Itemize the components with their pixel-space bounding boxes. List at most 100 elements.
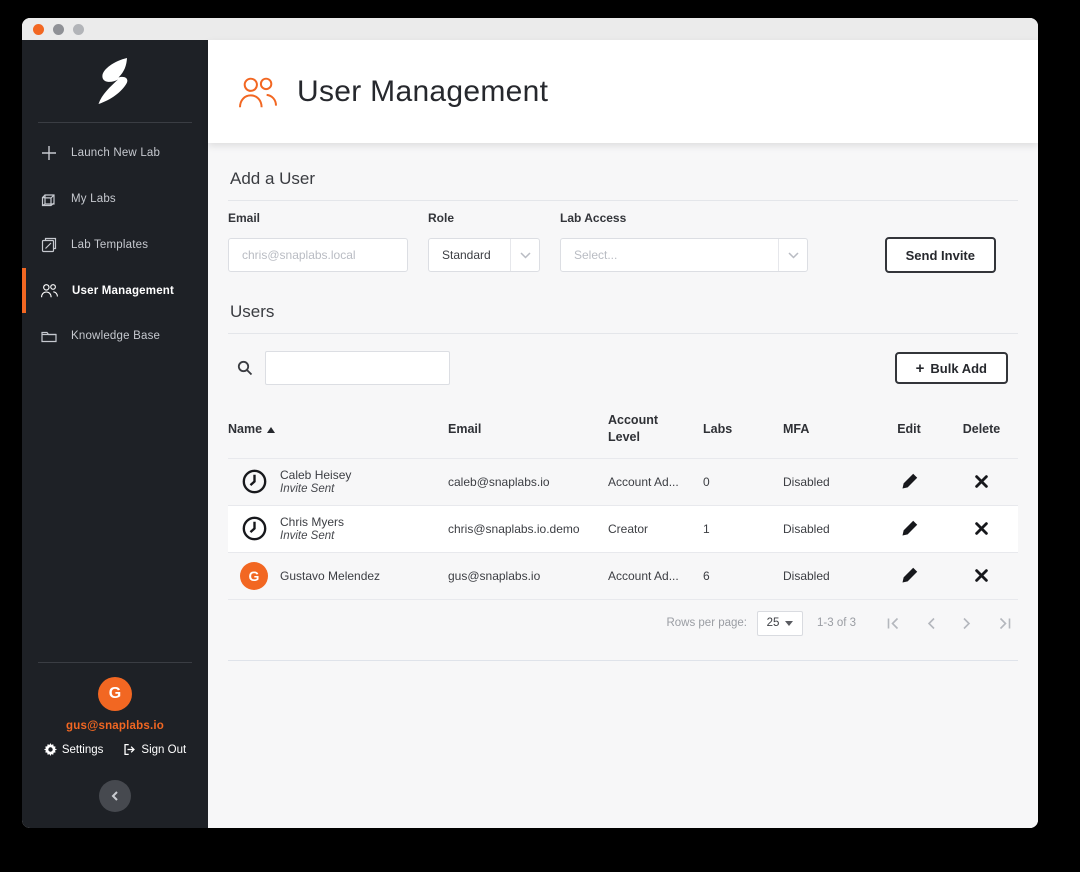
folder-icon <box>41 331 57 343</box>
chevron-left-icon <box>111 791 118 801</box>
sidebar-item-label: Launch New Lab <box>71 147 161 159</box>
role-selected-value: Standard <box>442 248 491 262</box>
sidebar-item-lab-templates[interactable]: Lab Templates <box>22 222 208 268</box>
user-email: chris@snaplabs.io.demo <box>448 521 580 536</box>
plus-icon: + <box>915 359 925 377</box>
minimize-window-button[interactable] <box>53 23 64 35</box>
user-account-level: Account Ad... <box>608 474 679 489</box>
add-user-form: Email Role Standard Lab Access Select <box>228 211 1018 273</box>
lightning-s-logo-icon <box>98 58 128 104</box>
user-email: gus@snaplabs.io <box>448 568 541 583</box>
users-table-header: Name Email Account Level Labs MFA Edit D… <box>228 406 1018 458</box>
user-email: caleb@snaplabs.io <box>448 474 550 489</box>
sidebar-item-my-labs[interactable]: My Labs <box>22 176 208 222</box>
sidebar-item-user-management[interactable]: User Management <box>22 268 208 313</box>
role-select[interactable]: Standard <box>428 238 540 272</box>
edit-user-button[interactable] <box>873 567 945 584</box>
user-email: gus@snaplabs.io <box>66 720 164 732</box>
sign-out-button[interactable]: Sign Out <box>123 743 186 756</box>
role-label: Role <box>428 211 455 225</box>
close-window-button[interactable] <box>33 23 44 35</box>
sidebar-item-label: Knowledge Base <box>71 330 161 342</box>
email-label: Email <box>228 211 261 225</box>
column-header-mfa[interactable]: MFA <box>783 422 873 436</box>
main-area: User Management Add a User Email Role St… <box>208 40 1038 828</box>
lab-access-label: Lab Access <box>560 211 627 225</box>
pending-invite-indicator <box>228 468 280 495</box>
first-page-button[interactable] <box>886 617 900 630</box>
window-titlebar <box>22 18 1038 40</box>
sidebar-item-launch-new-lab[interactable]: Launch New Lab <box>22 130 208 176</box>
add-user-section-title: Add a User <box>230 169 316 188</box>
next-page-button[interactable] <box>962 617 972 630</box>
sidebar: Launch New Lab My Labs Lab Templates Use… <box>22 40 208 828</box>
x-icon <box>975 475 988 489</box>
sidebar-item-label: Lab Templates <box>71 239 149 251</box>
column-header-name[interactable]: Name <box>228 422 448 436</box>
lab-access-placeholder: Select... <box>574 248 618 262</box>
sidebar-item-label: User Management <box>72 284 175 297</box>
chevron-down-icon <box>519 251 531 259</box>
send-invite-button[interactable]: Send Invite <box>884 237 996 273</box>
user-avatar: G <box>98 677 132 711</box>
pencil-icon <box>902 474 917 489</box>
snaplabs-logo <box>22 40 208 122</box>
user-mfa-status: Disabled <box>783 521 830 536</box>
search-icon <box>237 360 253 376</box>
bottom-divider <box>228 659 1018 661</box>
rows-per-page-value: 25 <box>766 617 780 630</box>
rows-per-page-label: Rows per page: <box>666 617 747 630</box>
search-input[interactable] <box>265 351 450 385</box>
settings-button[interactable]: Settings <box>43 743 104 756</box>
users-icon <box>239 77 277 107</box>
last-page-button[interactable] <box>998 617 1012 630</box>
maximize-window-button[interactable] <box>73 23 84 35</box>
user-avatar: G <box>240 561 268 590</box>
user-name: Chris Myers <box>280 515 345 530</box>
sidebar-bottom-divider <box>38 662 192 663</box>
column-header-email[interactable]: Email <box>448 422 608 436</box>
section-divider <box>228 333 1018 334</box>
lab-access-select[interactable]: Select... <box>560 238 808 272</box>
edit-user-button[interactable] <box>873 473 945 490</box>
pencil-icon <box>902 568 917 583</box>
user-labs-count: 6 <box>703 568 710 583</box>
edit-user-button[interactable] <box>873 520 945 537</box>
sort-ascending-icon <box>267 426 276 433</box>
column-header-labs[interactable]: Labs <box>703 422 783 436</box>
rows-per-page-select[interactable]: 25 <box>757 610 803 636</box>
collapse-sidebar-button[interactable] <box>99 780 131 812</box>
table-row: Chris Myers Invite Sent chris@snaplabs.i… <box>228 504 1018 552</box>
bulk-add-button[interactable]: + Bulk Add <box>894 352 1008 384</box>
settings-label: Settings <box>61 743 104 756</box>
delete-user-button[interactable] <box>945 475 1018 489</box>
sign-out-icon <box>124 743 136 756</box>
delete-user-button[interactable] <box>945 569 1018 583</box>
delete-user-button[interactable] <box>945 522 1018 536</box>
sidebar-item-label: My Labs <box>71 193 116 205</box>
page-content: Add a User Email Role Standard <box>208 143 1038 828</box>
templates-icon <box>41 237 57 253</box>
clock-icon <box>242 516 266 541</box>
pending-invite-indicator <box>228 515 280 542</box>
plus-icon <box>42 146 56 160</box>
users-table: Name Email Account Level Labs MFA Edit D… <box>228 406 1018 661</box>
cube-icon <box>41 194 55 207</box>
x-icon <box>975 569 988 583</box>
previous-page-button[interactable] <box>926 617 936 630</box>
pagination-range: 1-3 of 3 <box>817 617 856 630</box>
sidebar-item-knowledge-base[interactable]: Knowledge Base <box>22 313 208 359</box>
invite-status: Invite Sent <box>280 483 335 496</box>
user-name: Gustavo Melendez <box>280 568 381 583</box>
page-title: User Management <box>297 74 549 108</box>
table-row: Caleb Heisey Invite Sent caleb@snaplabs.… <box>228 457 1018 505</box>
email-field[interactable] <box>228 238 408 272</box>
gear-icon <box>43 743 57 756</box>
bulk-add-label: Bulk Add <box>930 360 987 376</box>
invite-status: Invite Sent <box>280 530 335 543</box>
column-header-account-level[interactable]: Account Level <box>608 412 703 446</box>
user-account-level: Creator <box>608 521 649 536</box>
sign-out-label: Sign Out <box>141 743 187 756</box>
users-section-title: Users <box>230 302 275 321</box>
sidebar-user-panel: G gus@snaplabs.io Settings Sign Out <box>22 662 208 828</box>
